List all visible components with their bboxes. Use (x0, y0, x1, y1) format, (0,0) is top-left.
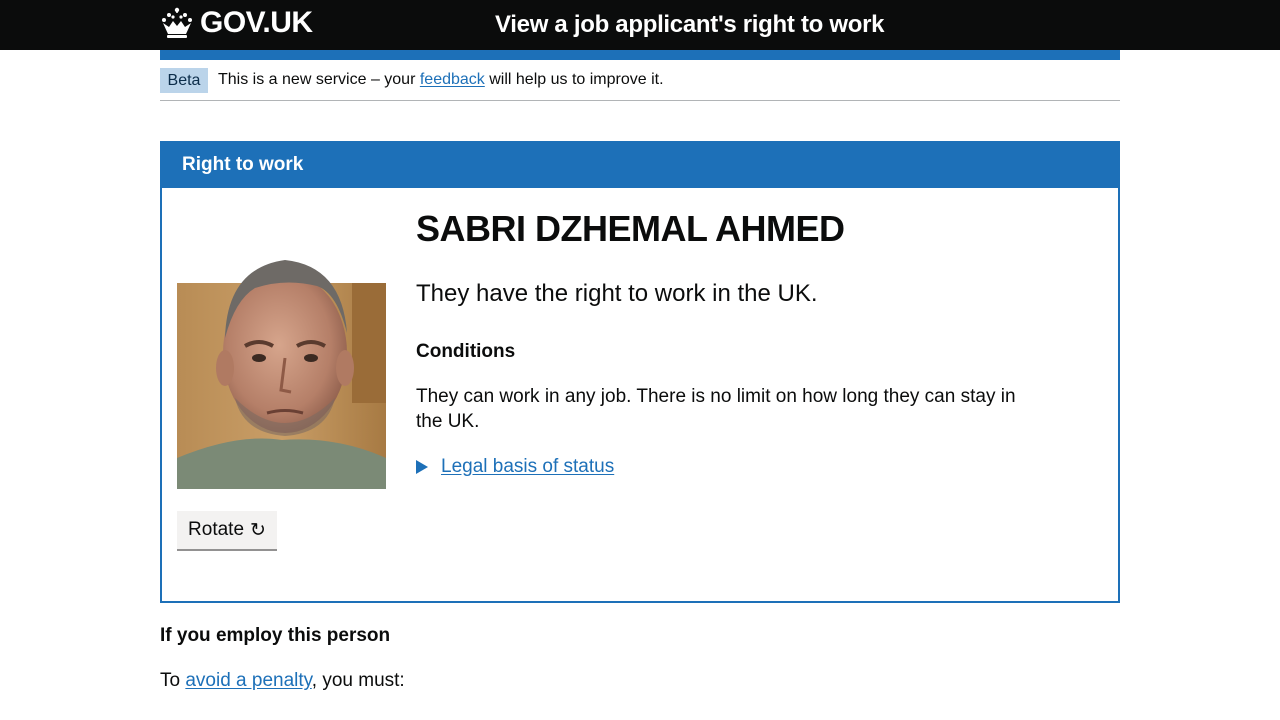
applicant-photo (177, 208, 386, 489)
employ-heading: If you employ this person (160, 625, 391, 646)
conditions-text: They can work in any job. There is no li… (416, 386, 1016, 432)
legal-basis-link[interactable]: Legal basis of status (441, 454, 614, 479)
disclosure-triangle-icon[interactable] (416, 459, 428, 474)
header-blue-strip (160, 50, 1120, 60)
logo-text: GOV.UK (200, 6, 313, 39)
site-header: GOV.UK View a job applicant's right to w… (0, 0, 1280, 50)
right-to-work-status: They have the right to work in the UK. (416, 280, 818, 307)
applicant-photo-image (177, 208, 386, 489)
rotate-label: Rotate (188, 519, 245, 540)
crown-icon (162, 7, 192, 38)
govuk-logo-link[interactable]: GOV.UK (160, 5, 313, 41)
phase-text-after: will help us to improve it. (484, 71, 664, 88)
avoid-penalty-link[interactable]: avoid a penalty (185, 670, 311, 691)
feedback-link[interactable]: feedback (420, 71, 485, 88)
header-container: GOV.UK View a job applicant's right to w… (160, 0, 1120, 50)
rotate-icon: ↻ (250, 519, 266, 541)
panel-title: Right to work (182, 154, 304, 175)
phase-text-before: This is a new service – your (218, 71, 420, 88)
employ-text: To avoid a penalty, you must: (160, 668, 405, 693)
rotate-button[interactable]: Rotate ↻ (177, 511, 277, 551)
conditions-heading: Conditions (416, 341, 516, 362)
employ-text-after: , you must: (311, 670, 405, 691)
panel-header: Right to work (160, 141, 1120, 188)
service-name[interactable]: View a job applicant's right to work (495, 10, 885, 40)
phase-banner: Beta This is a new service – your feedba… (160, 68, 1120, 101)
right-to-work-panel: Right to work Rotate ↻ SABRI DZHEMAL AHM… (160, 141, 1120, 603)
employ-text-before: To (160, 670, 186, 691)
phase-banner-text: This is a new service – your feedback wi… (218, 70, 664, 90)
legal-basis-details[interactable]: Legal basis of status (416, 454, 614, 479)
person-name: SABRI DZHEMAL AHMED (416, 208, 845, 249)
beta-tag: Beta (160, 68, 208, 93)
